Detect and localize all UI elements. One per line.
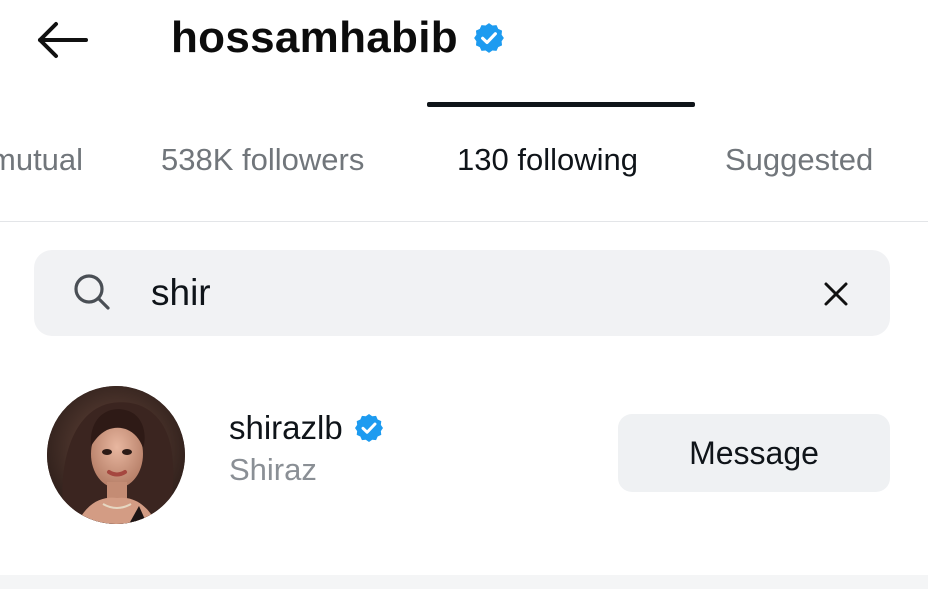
tab-bar: mutual 538K followers 130 following Sugg… [0, 112, 928, 222]
search-input[interactable]: shir [151, 270, 211, 316]
message-button[interactable]: Message [618, 414, 890, 492]
tab-followers[interactable]: 538K followers [161, 142, 364, 178]
tab-suggested[interactable]: Suggested [725, 142, 873, 178]
list-bottom-edge [0, 575, 928, 589]
search-icon [70, 270, 114, 314]
active-tab-indicator [427, 102, 695, 107]
page-title-wrap: hossamhabib [171, 8, 506, 68]
close-icon [824, 282, 848, 306]
verified-badge-icon [472, 21, 506, 55]
display-name: Shiraz [229, 452, 317, 487]
tab-mutual[interactable]: mutual [0, 142, 83, 178]
username-wrap: shirazlb [229, 406, 385, 450]
username[interactable]: shirazlb [229, 409, 343, 447]
avatar[interactable] [47, 386, 185, 524]
verified-badge-icon [353, 412, 385, 444]
back-button[interactable] [28, 14, 96, 66]
tab-following[interactable]: 130 following [457, 142, 638, 178]
header: hossamhabib [0, 0, 928, 90]
page-title: hossamhabib [171, 13, 458, 62]
clear-search-button[interactable] [814, 272, 858, 316]
arrow-left-icon [38, 22, 88, 58]
tab-divider [0, 221, 928, 222]
